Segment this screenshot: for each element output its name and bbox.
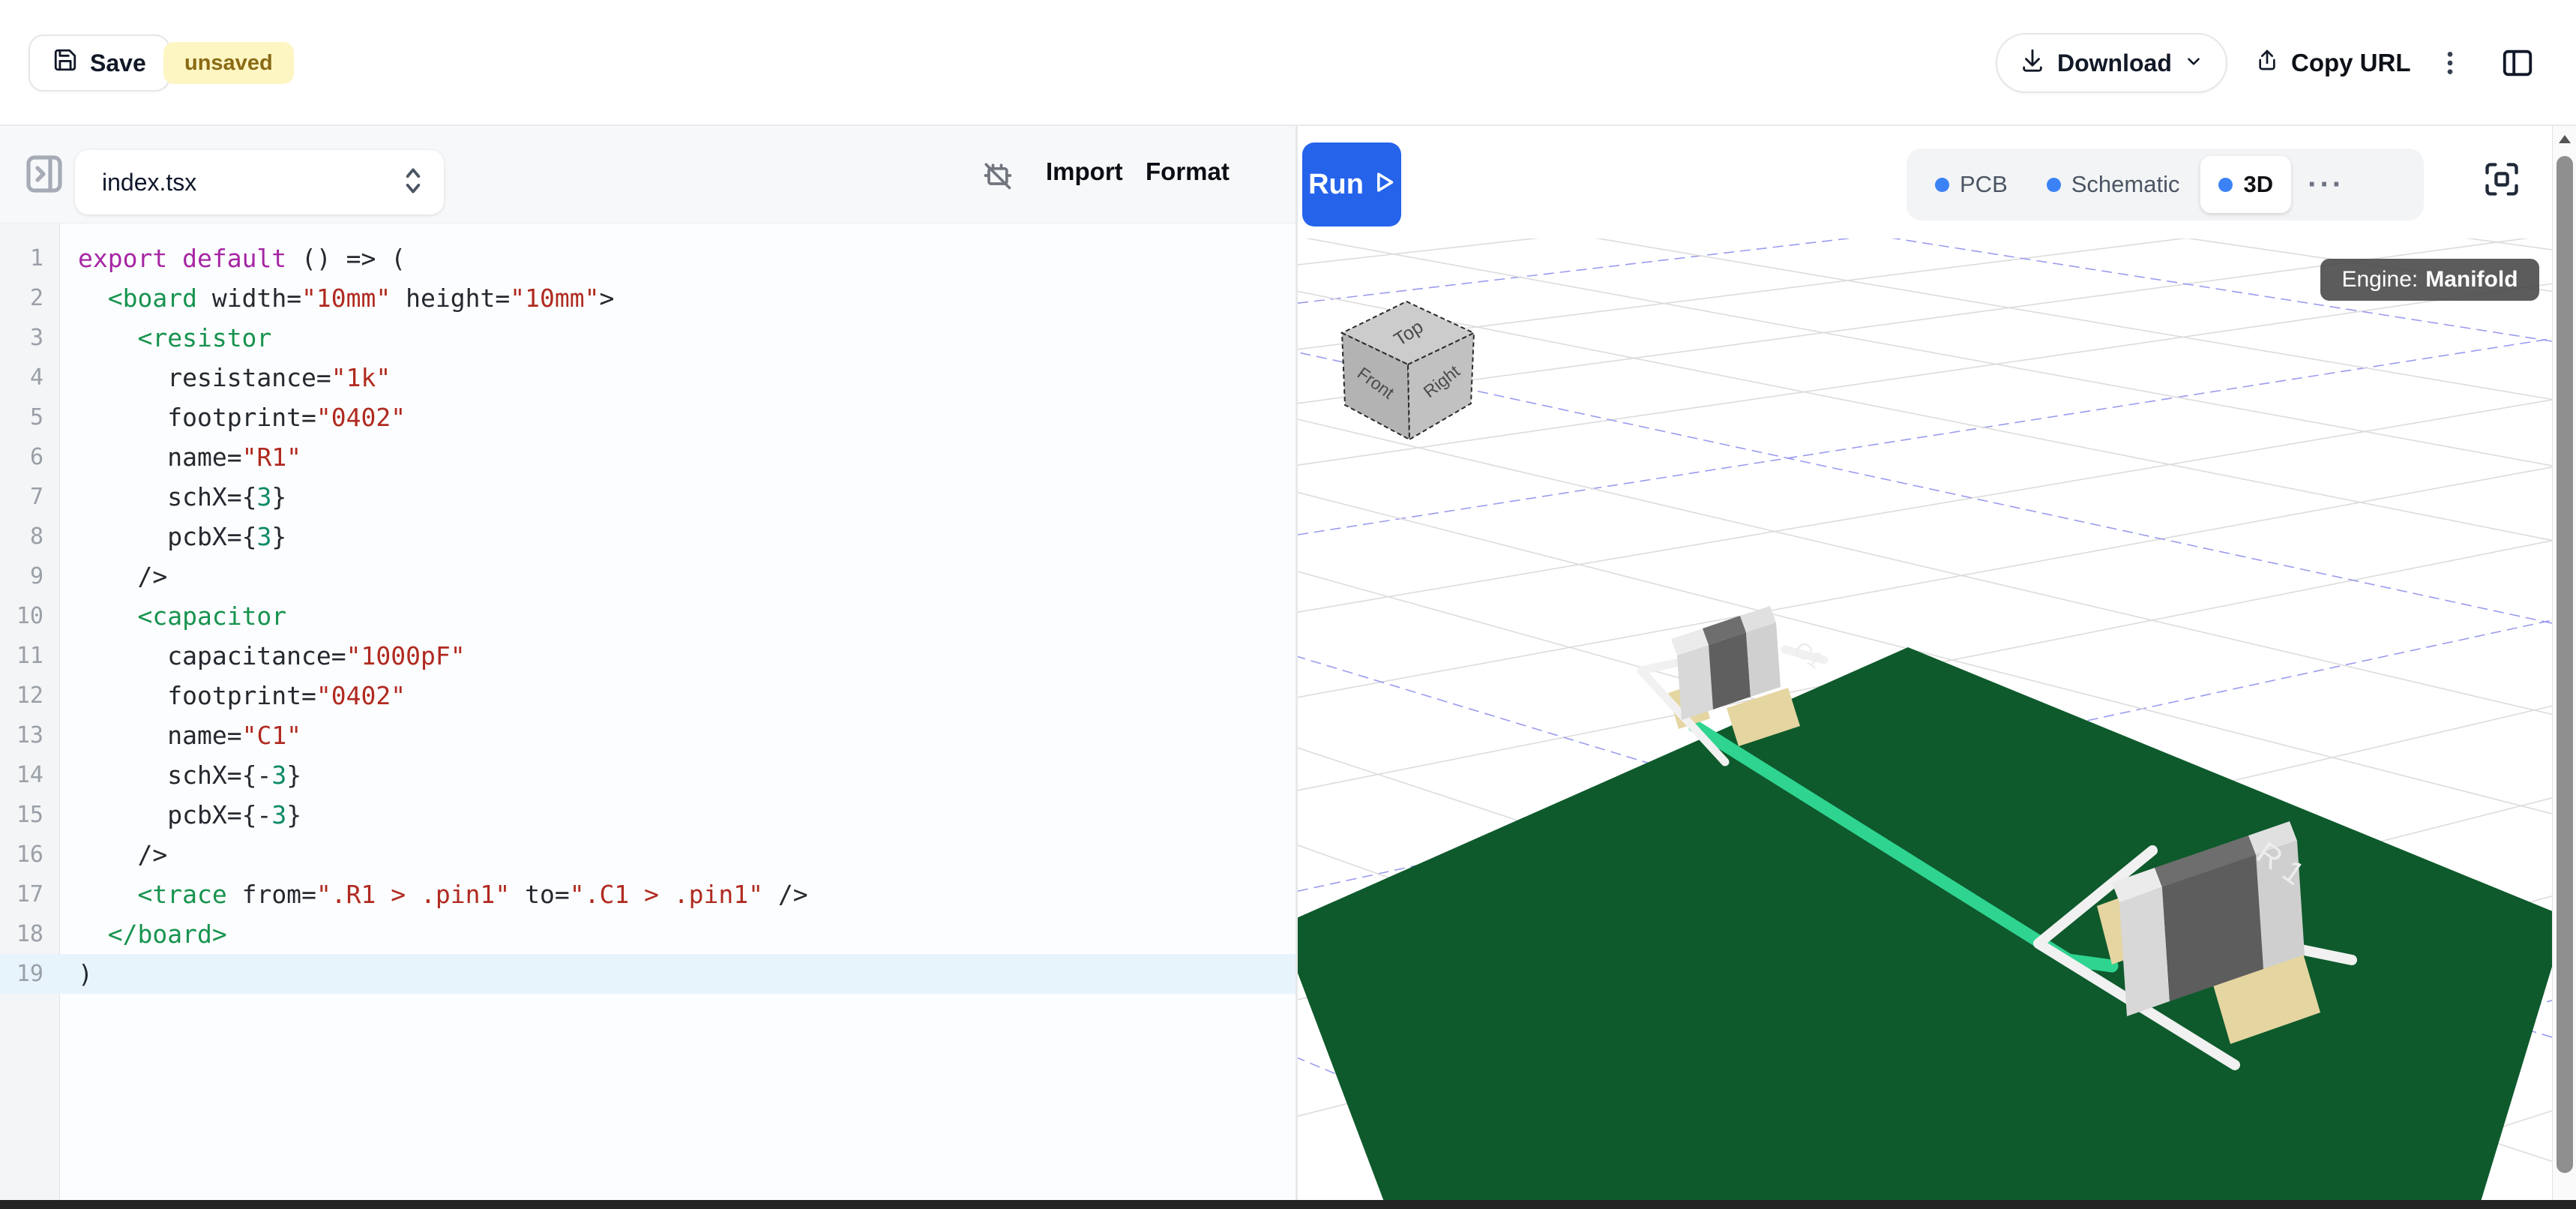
fullscreen-icon[interactable] xyxy=(2480,158,2524,201)
line-number: 15 xyxy=(0,795,43,835)
format-button[interactable]: Format xyxy=(1146,158,1230,186)
play-icon xyxy=(1374,169,1395,201)
line-number: 18 xyxy=(0,914,43,954)
unsaved-badge: unsaved xyxy=(163,42,294,84)
line-number: 2 xyxy=(0,278,43,318)
tab-3d[interactable]: 3D xyxy=(2200,156,2291,213)
copy-url-label: Copy URL xyxy=(2291,49,2411,77)
line-number: 3 xyxy=(0,318,43,358)
tab-label: Schematic xyxy=(2071,171,2180,198)
line-number: 5 xyxy=(0,398,43,437)
line-number: 13 xyxy=(0,716,43,755)
code-line[interactable]: /> xyxy=(78,835,1295,874)
footprint-disabled-icon[interactable] xyxy=(981,159,1014,196)
code-line[interactable]: pcbX={3} xyxy=(78,517,1295,556)
tab-pcb[interactable]: PCB xyxy=(1917,156,2026,213)
vertical-scrollbar[interactable] xyxy=(2552,126,2576,1209)
expand-panel-icon[interactable] xyxy=(25,153,63,195)
share-icon xyxy=(2255,48,2279,78)
code-line[interactable]: name="R1" xyxy=(78,437,1295,477)
code-line[interactable]: <capacitor xyxy=(78,596,1295,636)
code-line[interactable]: ) xyxy=(78,954,1295,994)
engine-label: Engine: xyxy=(2341,267,2418,292)
line-number: 12 xyxy=(0,676,43,716)
c1-label: C1 xyxy=(1790,637,1827,674)
line-number: 1 xyxy=(0,238,43,278)
line-number: 4 xyxy=(0,358,43,398)
code-line[interactable]: <resistor xyxy=(78,318,1295,358)
run-button[interactable]: Run xyxy=(1302,142,1401,226)
line-numbers: 12345678910111213141516171819 xyxy=(0,238,43,994)
tab-label: PCB xyxy=(1960,171,2008,198)
line-number: 14 xyxy=(0,755,43,795)
download-button[interactable]: Download xyxy=(1996,33,2227,93)
code-line[interactable]: footprint="0402" xyxy=(78,398,1295,437)
top-toolbar: Save unsaved Download Copy URL xyxy=(0,0,2576,126)
line-number: 10 xyxy=(0,596,43,636)
line-number: 16 xyxy=(0,835,43,874)
scrollbar-thumb[interactable] xyxy=(2557,156,2573,1173)
code-line[interactable]: footprint="0402" xyxy=(78,676,1295,716)
line-number: 6 xyxy=(0,437,43,477)
code-lines[interactable]: export default () => ( <board width="10m… xyxy=(78,238,1295,994)
view-tabs-group: PCB Schematic 3D ··· xyxy=(1907,148,2424,220)
line-number: 8 xyxy=(0,517,43,556)
code-line[interactable]: resistance="1k" xyxy=(78,358,1295,398)
code-editor-panel: index.tsx Import Format 1234567 xyxy=(0,126,1295,1202)
engine-badge: Engine: Manifold xyxy=(2320,259,2539,301)
tab-dot-icon xyxy=(2047,178,2061,192)
tab-label: 3D xyxy=(2243,171,2273,198)
select-chevrons-icon xyxy=(402,164,424,201)
code-line[interactable]: name="C1" xyxy=(78,716,1295,755)
code-line[interactable]: </board> xyxy=(78,914,1295,954)
scroll-up-arrow-icon[interactable] xyxy=(2556,130,2574,148)
code-line[interactable]: schX={-3} xyxy=(78,755,1295,795)
download-label: Download xyxy=(2057,50,2172,77)
window-bottom-edge xyxy=(0,1200,2576,1209)
code-line[interactable]: <board width="10mm" height="10mm"> xyxy=(78,278,1295,318)
view-more-button[interactable]: ··· xyxy=(2294,156,2358,213)
save-button[interactable]: Save xyxy=(28,34,170,92)
tab-schematic[interactable]: Schematic xyxy=(2029,156,2198,213)
code-line[interactable]: pcbX={-3} xyxy=(78,795,1295,835)
code-line[interactable]: export default () => ( xyxy=(78,238,1295,278)
line-number: 19 xyxy=(0,954,43,994)
editor-body[interactable]: 12345678910111213141516171819 export def… xyxy=(0,224,1295,1202)
tab-dot-icon xyxy=(1935,178,1949,192)
editor-header: index.tsx Import Format xyxy=(0,126,1295,224)
file-name: index.tsx xyxy=(102,169,402,196)
line-number: 17 xyxy=(0,874,43,914)
code-line[interactable]: capacitance="1000pF" xyxy=(78,636,1295,676)
save-label: Save xyxy=(90,50,146,77)
more-options-button[interactable] xyxy=(2428,39,2473,87)
download-icon xyxy=(2020,47,2045,79)
panel-toggle-icon[interactable] xyxy=(2497,42,2539,84)
import-button[interactable]: Import xyxy=(1046,158,1123,186)
save-icon xyxy=(52,47,78,79)
file-select[interactable]: index.tsx xyxy=(75,150,444,214)
pcb-board[interactable] xyxy=(1298,647,2552,1202)
line-number: 11 xyxy=(0,636,43,676)
preview-panel: C1 R 1 xyxy=(1298,126,2552,1202)
view-tabs: PCB Schematic 3D xyxy=(1917,156,2291,213)
line-number: 9 xyxy=(0,556,43,596)
code-line[interactable]: /> xyxy=(78,556,1295,596)
code-line[interactable]: <trace from=".R1 > .pin1" to=".C1 > .pin… xyxy=(78,874,1295,914)
app-root: Save unsaved Download Copy URL xyxy=(0,0,2576,1209)
engine-value: Manifold xyxy=(2425,267,2518,292)
code-line[interactable]: schX={3} xyxy=(78,477,1295,517)
run-label: Run xyxy=(1308,169,1364,201)
tab-dot-icon xyxy=(2218,178,2233,192)
chevron-down-icon xyxy=(2184,50,2203,77)
copy-url-button[interactable]: Copy URL xyxy=(2255,33,2411,93)
line-number: 7 xyxy=(0,477,43,517)
